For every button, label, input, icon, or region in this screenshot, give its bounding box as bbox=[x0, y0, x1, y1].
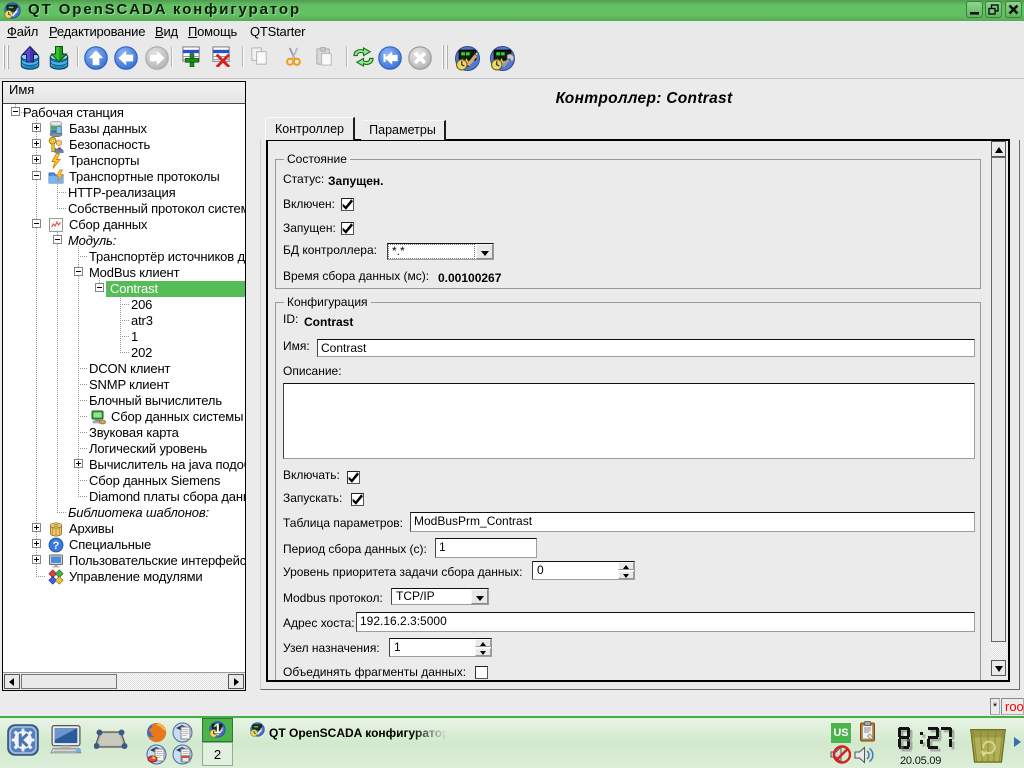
svg-text:?: ? bbox=[53, 540, 60, 552]
